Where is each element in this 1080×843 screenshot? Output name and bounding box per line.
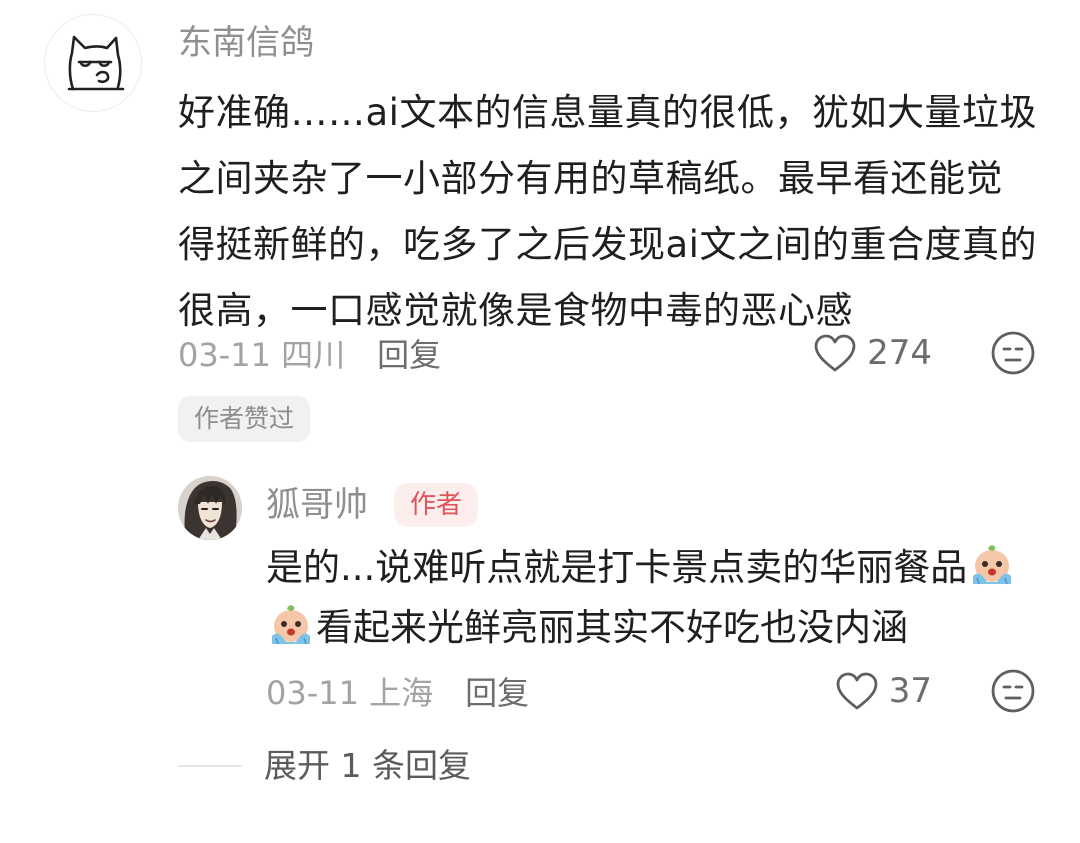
reply-like-button[interactable]: 37	[835, 666, 932, 716]
reply-emoji-reaction-button[interactable]	[990, 668, 1036, 714]
like-count: 274	[867, 333, 932, 373]
heart-outline-icon	[836, 672, 878, 710]
expand-divider	[178, 765, 242, 767]
author-badge: 作者	[394, 483, 479, 527]
reply-meta: 03-11 上海 回复	[266, 666, 529, 716]
crying-sticker-emoji	[969, 542, 1015, 588]
comment-date-location: 03-11 四川	[178, 336, 346, 374]
like-button[interactable]: 274	[813, 328, 932, 378]
reply-text-part1: 是的...说难听点就是打卡景点卖的华丽餐品	[266, 546, 968, 589]
comment-text: 好准确……ai文本的信息量真的很低，犹如大量垃圾之间夹杂了一小部分有用的草稿纸。…	[178, 91, 1037, 332]
reply-like-count: 37	[888, 671, 932, 711]
reply-username[interactable]: 狐哥帅	[266, 480, 368, 530]
comment-meta: 03-11 四川 回复	[178, 328, 441, 378]
anime-character-icon	[178, 476, 242, 540]
expand-replies-button[interactable]: 展开 1 条回复	[264, 740, 471, 792]
cat-doodle-icon	[67, 35, 125, 91]
author-liked-badge: 作者赞过	[178, 396, 311, 442]
crying-sticker-icon	[973, 545, 1012, 585]
neutral-face-icon	[991, 331, 1035, 375]
heart-outline-icon	[814, 334, 856, 372]
emoji-reaction-button[interactable]	[990, 330, 1036, 376]
crying-sticker-emoji	[268, 602, 314, 648]
reply-text: 是的...说难听点就是打卡景点卖的华丽餐品 看起来光鲜亮丽其实不好吃也没内涵	[266, 538, 1046, 658]
reply-date-location: 03-11 上海	[266, 674, 434, 712]
comment-username[interactable]: 东南信鸽	[178, 18, 314, 68]
crying-sticker-icon	[272, 605, 310, 645]
reply-button[interactable]: 回复	[377, 330, 441, 376]
reply-text-part2: 看起来光鲜亮丽其实不好吃也没内涵	[316, 606, 908, 649]
anime-character-avatar[interactable]	[178, 476, 242, 540]
neutral-face-icon	[991, 669, 1035, 713]
reply-reply-button[interactable]: 回复	[465, 668, 529, 714]
cat-doodle-avatar[interactable]	[44, 14, 142, 112]
